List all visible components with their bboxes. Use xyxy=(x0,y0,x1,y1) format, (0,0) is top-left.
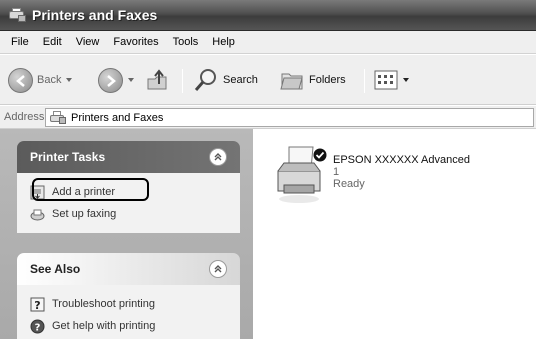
menu-bar: File Edit View Favorites Tools Help xyxy=(0,31,536,54)
menu-view[interactable]: View xyxy=(69,36,107,48)
back-dropdown-icon[interactable] xyxy=(66,78,73,82)
toolbar: Back Search Folders xyxy=(0,55,536,105)
printer-tasks-title: Printer Tasks xyxy=(30,150,106,164)
help-icon: ? xyxy=(30,297,45,312)
see-also-body: ? Troubleshoot printing ? Get help with … xyxy=(17,285,240,339)
toolbar-separator xyxy=(182,69,183,93)
printer-document-count: 1 xyxy=(333,166,340,178)
address-label: Address xyxy=(4,111,45,123)
printer-tasks-header[interactable]: Printer Tasks xyxy=(17,141,240,173)
printer-icon xyxy=(8,8,26,22)
svg-text:?: ? xyxy=(34,299,40,312)
search-label: Search xyxy=(223,74,258,86)
help-icon: ? xyxy=(30,319,45,333)
folders-label: Folders xyxy=(309,74,346,86)
add-printer-highlight xyxy=(32,178,149,201)
link-get-help-label: Get help with printing xyxy=(52,320,156,332)
window-title: Printers and Faxes xyxy=(32,7,158,23)
fax-icon xyxy=(30,209,45,220)
link-get-help[interactable]: ? Get help with printing xyxy=(30,315,240,337)
task-setup-faxing-label: Set up faxing xyxy=(52,208,117,220)
forward-button[interactable] xyxy=(98,66,134,94)
see-also-panel: See Also ? Troubleshoot printing ? Get h… xyxy=(17,253,240,339)
menu-tools[interactable]: Tools xyxy=(166,36,206,48)
link-troubleshoot-printing[interactable]: ? Troubleshoot printing xyxy=(30,293,240,315)
folders-icon xyxy=(280,73,303,90)
up-button[interactable] xyxy=(145,66,171,94)
menu-help[interactable]: Help xyxy=(205,36,242,48)
address-value: Printers and Faxes xyxy=(71,111,164,124)
printer-status: Ready xyxy=(333,178,365,190)
forward-arrow-icon xyxy=(98,67,123,93)
views-button[interactable] xyxy=(374,66,409,94)
views-dropdown-icon[interactable] xyxy=(403,78,409,82)
back-button[interactable]: Back xyxy=(8,66,73,94)
collapse-chevron-icon[interactable] xyxy=(209,148,227,166)
views-icon xyxy=(374,70,398,90)
svg-text:?: ? xyxy=(35,322,41,333)
see-also-header[interactable]: See Also xyxy=(17,253,240,285)
printer-icon xyxy=(50,111,66,124)
folders-button[interactable]: Folders xyxy=(279,66,346,94)
menu-edit[interactable]: Edit xyxy=(36,36,69,48)
toolbar-separator xyxy=(364,69,365,93)
address-field[interactable]: Printers and Faxes xyxy=(45,108,534,127)
back-label: Back xyxy=(37,74,62,86)
forward-dropdown-icon[interactable] xyxy=(128,78,134,82)
menu-favorites[interactable]: Favorites xyxy=(106,36,165,48)
title-bar: Printers and Faxes xyxy=(0,0,536,31)
search-icon xyxy=(194,69,216,91)
printer-name[interactable]: EPSON XXXXXX Advanced xyxy=(333,154,470,166)
see-also-title: See Also xyxy=(30,262,81,276)
search-button[interactable]: Search xyxy=(193,66,258,94)
up-folder-icon xyxy=(147,69,167,90)
default-check-icon xyxy=(313,148,327,162)
task-setup-faxing[interactable]: Set up faxing xyxy=(30,203,240,225)
link-troubleshoot-label: Troubleshoot printing xyxy=(52,298,155,310)
address-bar: Address Printers and Faxes xyxy=(0,106,536,129)
menu-file[interactable]: File xyxy=(4,36,36,48)
collapse-chevron-icon[interactable] xyxy=(209,260,227,278)
back-arrow-icon xyxy=(8,67,33,93)
